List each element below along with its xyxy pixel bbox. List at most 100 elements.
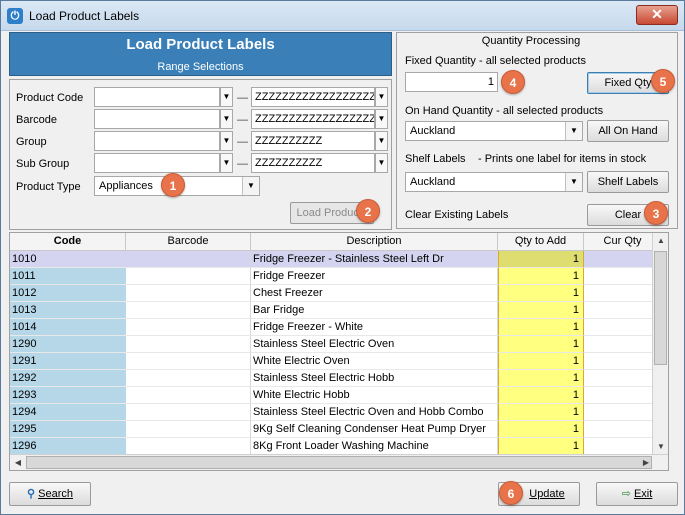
cell-code: 1296 — [10, 438, 126, 455]
cell-barcode — [126, 421, 251, 438]
table-row[interactable]: 1012 Chest Freezer10 — [10, 285, 661, 302]
column-header-code[interactable]: Code — [10, 233, 126, 251]
search-button[interactable]: ⚲ Search — [9, 482, 91, 506]
close-button[interactable]: ✕ — [636, 5, 678, 25]
cell-description: 8Kg Front Loader Washing Machine — [251, 438, 498, 455]
vertical-scrollbar[interactable]: ▲ ▼ — [652, 233, 668, 455]
group-from-dropdown[interactable]: ▼ — [220, 131, 233, 151]
range-dash: — — [237, 114, 248, 126]
cell-barcode — [126, 336, 251, 353]
fixed-quantity-label: Fixed Quantity - all selected products — [405, 55, 586, 67]
scroll-left-arrow-icon[interactable]: ◀ — [10, 455, 26, 470]
load-product-labels-window: ⏻ Load Product Labels ✕ Load Product Lab… — [0, 0, 685, 515]
cell-cur-qty: 0 — [584, 387, 661, 404]
chevron-down-icon: ▼ — [565, 173, 582, 191]
cell-qty-to-add[interactable]: 1 — [498, 319, 584, 336]
table-row[interactable]: 1011 Fridge Freezer10 — [10, 268, 661, 285]
cell-cur-qty: 0 — [584, 370, 661, 387]
product-code-to-dropdown[interactable]: ▼ — [375, 87, 388, 107]
shelf-location-select[interactable]: Auckland ▼ — [405, 172, 583, 192]
shelf-labels-label: Shelf Labels — [405, 153, 466, 165]
app-icon: ⏻ — [7, 8, 23, 24]
cell-code: 1292 — [10, 370, 126, 387]
table-row[interactable]: 1296 8Kg Front Loader Washing Machine10 — [10, 438, 661, 455]
table-row[interactable]: 1290 Stainless Steel Electric Oven10 — [10, 336, 661, 353]
table-row[interactable]: 1294 Stainless Steel Electric Oven and Ho… — [10, 404, 661, 421]
chevron-down-icon: ▼ — [565, 122, 582, 140]
horizontal-scrollbar[interactable]: ◀ ▶ — [10, 454, 668, 470]
title-bar: ⏻ Load Product Labels ✕ — [1, 1, 684, 31]
shelf-location-value: Auckland — [410, 176, 456, 188]
shelf-labels-button[interactable]: Shelf Labels — [587, 171, 669, 193]
barcode-label: Barcode — [16, 114, 57, 126]
cell-code: 1014 — [10, 319, 126, 336]
cell-qty-to-add[interactable]: 1 — [498, 268, 584, 285]
cell-qty-to-add[interactable]: 1 — [498, 353, 584, 370]
subgroup-to-dropdown[interactable]: ▼ — [375, 153, 388, 173]
cell-cur-qty: 0 — [584, 438, 661, 455]
banner-title: Load Product Labels — [126, 36, 275, 53]
cell-barcode — [126, 370, 251, 387]
callout-badge-3: 3 — [644, 201, 668, 225]
scroll-down-arrow-icon[interactable]: ▼ — [653, 439, 668, 455]
table-row[interactable]: 1295 9Kg Self Cleaning Condenser Heat Pum… — [10, 421, 661, 438]
cell-code: 1013 — [10, 302, 126, 319]
horizontal-scroll-thumb[interactable] — [26, 456, 652, 469]
cell-cur-qty: 0 — [584, 353, 661, 370]
update-button-label: Update — [529, 488, 565, 500]
cell-cur-qty: 0 — [584, 302, 661, 319]
cell-qty-to-add[interactable]: 1 — [498, 404, 584, 421]
range-dash: — — [237, 158, 248, 170]
table-row[interactable]: 1291 White Electric Oven10 — [10, 353, 661, 370]
callout-badge-1: 1 — [161, 173, 185, 197]
vertical-scroll-thumb[interactable] — [654, 251, 667, 365]
subgroup-from-input[interactable] — [94, 153, 220, 173]
cell-code: 1011 — [10, 268, 126, 285]
barcode-to-dropdown[interactable]: ▼ — [375, 109, 388, 129]
exit-icon: ⇨ — [621, 488, 631, 500]
cell-qty-to-add[interactable]: 1 — [498, 387, 584, 404]
cell-description: 9Kg Self Cleaning Condenser Heat Pump Dr… — [251, 421, 498, 438]
table-row[interactable]: 1292 Stainless Steel Electric Hobb10 — [10, 370, 661, 387]
cell-barcode — [126, 438, 251, 455]
column-header-barcode[interactable]: Barcode — [126, 233, 251, 251]
cell-qty-to-add[interactable]: 1 — [498, 370, 584, 387]
cell-barcode — [126, 251, 251, 268]
exit-button[interactable]: ⇨ Exit — [596, 482, 678, 506]
cell-qty-to-add[interactable]: 1 — [498, 421, 584, 438]
subgroup-from-dropdown[interactable]: ▼ — [220, 153, 233, 173]
product-code-to-input[interactable]: ZZZZZZZZZZZZZZZZZZZZ — [251, 87, 375, 107]
product-code-label: Product Code — [16, 92, 84, 104]
fixed-quantity-input[interactable]: 1 — [405, 72, 498, 92]
on-hand-location-select[interactable]: Auckland ▼ — [405, 121, 583, 141]
group-to-dropdown[interactable]: ▼ — [375, 131, 388, 151]
column-header-qty-to-add[interactable]: Qty to Add — [498, 233, 584, 251]
table-row[interactable]: 1013 Bar Fridge10 — [10, 302, 661, 319]
table-row[interactable]: 1010 Fridge Freezer - Stainless Steel Lef… — [10, 251, 661, 268]
barcode-from-input[interactable] — [94, 109, 220, 129]
cell-cur-qty: 0 — [584, 404, 661, 421]
cell-qty-to-add[interactable]: 1 — [498, 336, 584, 353]
all-on-hand-button[interactable]: All On Hand — [587, 120, 669, 142]
subgroup-to-input[interactable]: ZZZZZZZZZZ — [251, 153, 375, 173]
table-row[interactable]: 1293 White Electric Hobb10 — [10, 387, 661, 404]
column-header-cur-qty[interactable]: Cur Qty — [584, 233, 661, 251]
products-grid: Code Barcode Description Qty to Add Cur … — [9, 232, 669, 471]
column-header-description[interactable]: Description — [251, 233, 498, 251]
group-to-input[interactable]: ZZZZZZZZZZ — [251, 131, 375, 151]
table-row[interactable]: 1014 Fridge Freezer - White10 — [10, 319, 661, 336]
scroll-right-arrow-icon[interactable]: ▶ — [638, 455, 654, 470]
barcode-to-input[interactable]: ZZZZZZZZZZZZZZZZZZZZ — [251, 109, 375, 129]
group-from-input[interactable] — [94, 131, 220, 151]
cell-qty-to-add[interactable]: 1 — [498, 302, 584, 319]
barcode-from-dropdown[interactable]: ▼ — [220, 109, 233, 129]
cell-qty-to-add[interactable]: 1 — [498, 438, 584, 455]
clear-existing-labels-label: Clear Existing Labels — [405, 209, 509, 221]
scroll-up-arrow-icon[interactable]: ▲ — [653, 233, 668, 249]
cell-qty-to-add[interactable]: 1 — [498, 251, 584, 268]
chevron-down-icon: ▼ — [242, 177, 259, 195]
product-code-from-input[interactable] — [94, 87, 220, 107]
product-code-from-dropdown[interactable]: ▼ — [220, 87, 233, 107]
cell-cur-qty: 0 — [584, 251, 661, 268]
cell-qty-to-add[interactable]: 1 — [498, 285, 584, 302]
